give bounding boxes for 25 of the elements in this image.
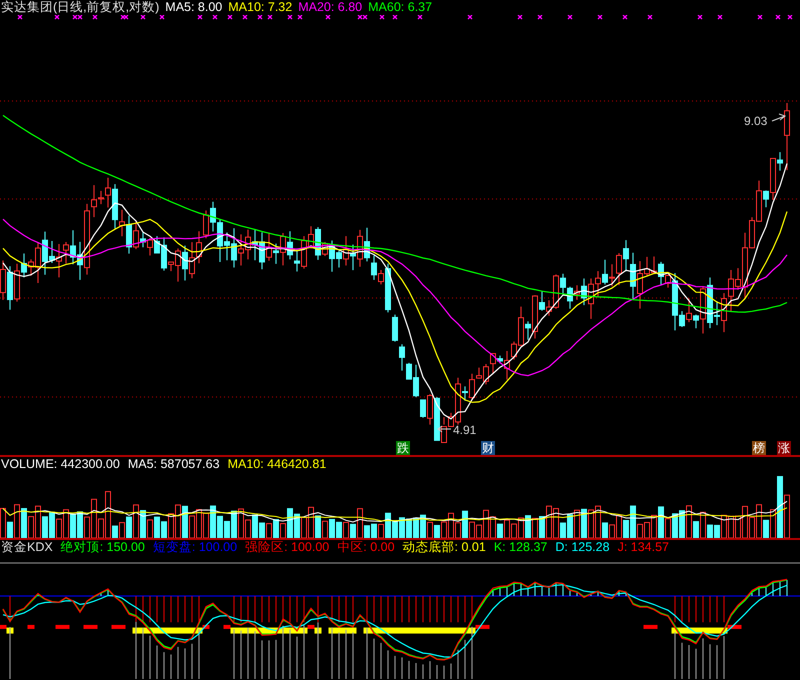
high-price-label: 9.03 [744,114,768,128]
arrow [772,114,786,122]
legend-label: MA10: 7.32 [228,1,292,14]
legend-label: K: 128.37 [494,541,548,554]
signal-badge: 榜 [752,441,766,455]
legend-label: 中区: 0.00 [337,541,395,554]
legend-label: 资金KDX [1,541,53,554]
legend-label: D: 125.28 [555,541,610,554]
arrow [437,426,452,432]
legend-label: MA5: 8.00 [165,1,222,14]
legend-label: J: 134.57 [618,541,669,554]
legend-label: MA60: 6.37 [368,1,432,14]
legend-label: MA5: 587057.63 [128,458,220,471]
signal-badge: 跌 [396,441,410,455]
legend-label: VOLUME: 442300.00 [1,458,120,471]
legend-label: 强险区: 100.00 [245,541,330,554]
legend-label: 短变盘: 100.00 [152,541,238,554]
legend-label: 动态底部: 0.01 [402,541,486,554]
signal-badge: 涨 [777,441,791,455]
legend-label: 绝对顶: 150.00 [60,541,145,554]
legend-label: 实达集团(日线,前复权,对数) [1,1,160,14]
legend-label: MA10: 446420.81 [228,458,326,471]
signal-badge: 财 [481,441,495,455]
legend-label: MA20: 6.80 [298,1,362,14]
low-price-label: 4.91 [453,423,476,437]
